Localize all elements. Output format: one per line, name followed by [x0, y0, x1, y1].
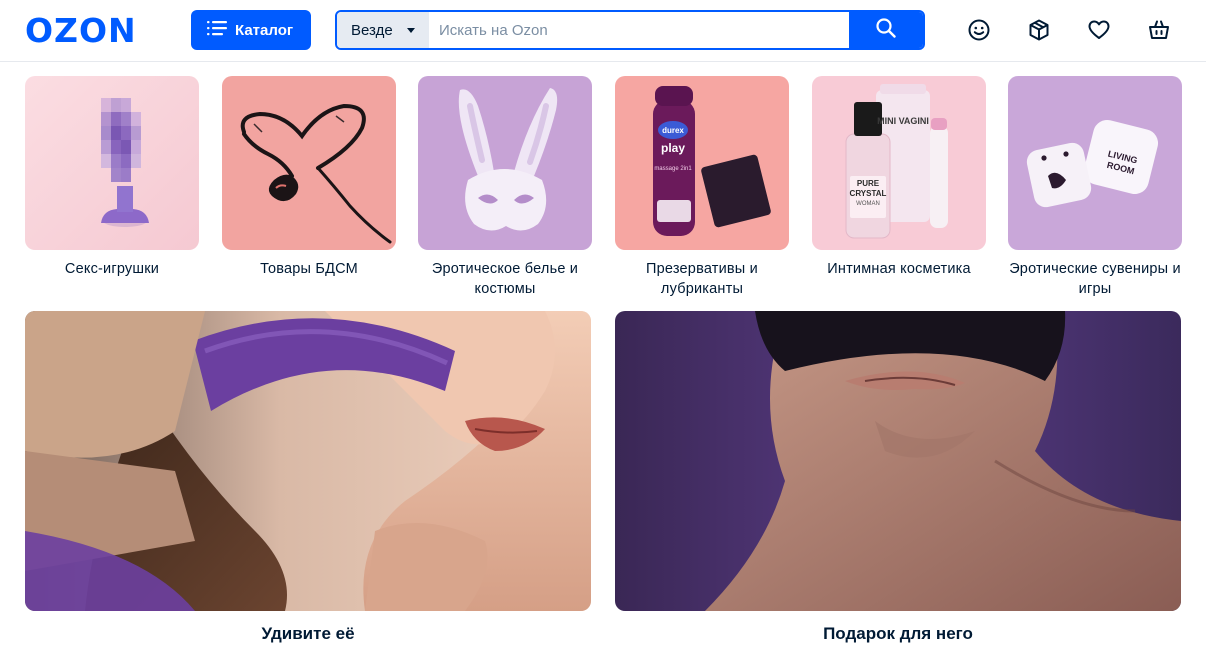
category-image-sex-toys: [25, 76, 199, 250]
search-scope-value: Везде: [351, 21, 393, 39]
cosmetic-spray-line-3: WOMAN: [856, 201, 880, 207]
search-bar: Везде: [335, 10, 925, 50]
category-image-condoms: durex play massage 2in1: [615, 76, 789, 250]
cart-bag-icon[interactable]: [1146, 17, 1172, 43]
category-label: Презервативы и лубриканты: [646, 261, 758, 297]
category-tile-cosmetics[interactable]: MINI VAGINI PURE CRYSTAL WOMAN Интимная …: [812, 76, 986, 279]
condom-line-text: play: [661, 141, 685, 155]
category-tile-lingerie[interactable]: Эротическое белье и костюмы: [418, 76, 592, 299]
category-label: Интимная косметика: [827, 261, 971, 277]
search-icon: [875, 17, 897, 44]
category-tile-sex-toys[interactable]: Секс-игрушки: [25, 76, 199, 279]
cosmetic-spray-line-2: CRYSTAL: [850, 189, 887, 198]
category-tile-bdsm[interactable]: Товары БДСМ: [222, 76, 396, 279]
cosmetic-tube-text: MINI VAGINI: [877, 116, 929, 126]
orders-box-icon[interactable]: [1026, 17, 1052, 43]
promo-banner-label: Удивите её: [261, 624, 355, 643]
promo-banner-label: Подарок для него: [823, 624, 973, 643]
condom-brand-text: durex: [662, 126, 684, 135]
condom-sub-text: massage 2in1: [654, 166, 692, 172]
catalog-label: Каталог: [235, 21, 294, 39]
header: OZON Каталог Везде: [0, 0, 1206, 62]
category-image-cosmetics: MINI VAGINI PURE CRYSTAL WOMAN: [812, 76, 986, 250]
promo-banner-for-him[interactable]: Подарок для него: [615, 311, 1181, 644]
search-input[interactable]: [429, 12, 849, 48]
menu-list-icon: [207, 20, 227, 41]
category-label: Эротические сувениры и игры: [1009, 261, 1181, 297]
category-tile-souvenirs[interactable]: LIVING ROOM Эротические сувениры и игры: [1008, 76, 1182, 299]
category-label: Товары БДСМ: [260, 261, 358, 277]
heart-icon[interactable]: [1086, 17, 1112, 43]
search-scope-select[interactable]: Везде: [337, 12, 429, 48]
search-button[interactable]: [849, 12, 923, 48]
category-image-bdsm: [222, 76, 396, 250]
category-label: Эротическое белье и костюмы: [431, 261, 579, 297]
promo-image-for-him: [615, 311, 1181, 611]
promo-image-for-her: [25, 311, 591, 611]
promo-banner-for-her[interactable]: Удивите её: [25, 311, 591, 644]
caret-down-icon: [406, 27, 415, 33]
category-tile-condoms[interactable]: durex play massage 2in1 Презервативы и л…: [615, 76, 789, 299]
ozon-logo[interactable]: OZON: [25, 11, 137, 50]
face-icon[interactable]: [966, 17, 992, 43]
catalog-button[interactable]: Каталог: [191, 10, 311, 50]
category-image-souvenirs: LIVING ROOM: [1008, 76, 1182, 250]
cosmetic-spray-line-1: PURE: [857, 179, 880, 188]
category-image-lingerie: [418, 76, 592, 250]
category-label: Секс-игрушки: [64, 261, 160, 277]
